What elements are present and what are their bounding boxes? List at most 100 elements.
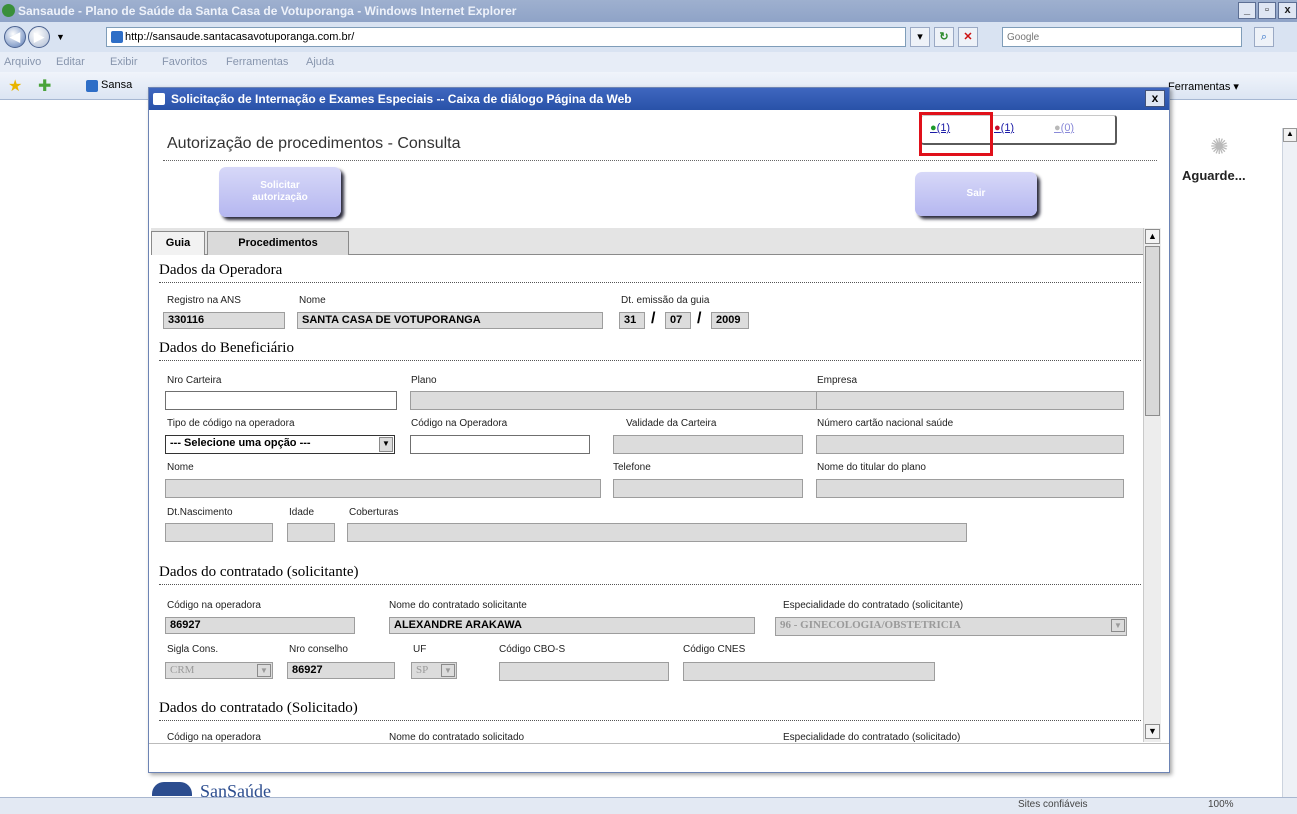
coberturas-label: Coberturas (349, 507, 399, 518)
highlight-annotation (919, 112, 993, 156)
solicitante-nome-label: Nome do contratado solicitante (389, 600, 527, 611)
web-page-dialog: Solicitação de Internação e Exames Espec… (148, 87, 1170, 773)
menu-ajuda[interactable]: Ajuda (306, 56, 334, 68)
tipo-codigo-label: Tipo de código na operadora (167, 418, 295, 429)
tab-guia[interactable]: Guia (151, 231, 205, 255)
emission-day-field[interactable]: 31 (619, 312, 645, 329)
indicator-gray[interactable]: ●(0) (1054, 122, 1074, 134)
cns-label: Número cartão nacional saúde (817, 418, 954, 429)
menu-favoritos[interactable]: Favoritos (162, 56, 207, 68)
scroll-thumb[interactable] (1145, 246, 1160, 416)
codigo-operadora-input[interactable] (410, 435, 590, 454)
stop-icon[interactable]: ✕ (958, 27, 978, 47)
close-window-button[interactable]: x (1278, 2, 1297, 19)
section-solicitante: Dados do contratado (solicitante) (159, 564, 359, 580)
titular-field[interactable] (816, 479, 1124, 498)
solicitante-codigo-field[interactable]: 86927 (165, 617, 355, 634)
page-scrollbar[interactable]: ▲ (1282, 128, 1297, 797)
section-divider (159, 360, 1141, 361)
dialog-close-button[interactable]: x (1145, 90, 1165, 107)
footer-logo-text: SanSaúde (200, 781, 271, 801)
indicator-red[interactable]: ●(1) (994, 122, 1014, 134)
chevron-down-icon[interactable]: ▼ (1111, 619, 1125, 632)
forward-button[interactable]: ▶ (28, 26, 50, 48)
date-separator: / (697, 310, 702, 327)
menu-editar[interactable]: Editar (56, 56, 85, 68)
favorites-star-icon[interactable]: ★ (8, 76, 22, 96)
dialog-scrollbar[interactable]: ▲ ▼ (1143, 228, 1161, 742)
cbo-field[interactable] (499, 662, 669, 681)
add-favorite-icon[interactable]: ✚ (38, 76, 51, 96)
back-button[interactable]: ◀ (4, 26, 26, 48)
menu-arquivo[interactable]: Arquivo (4, 56, 41, 68)
menu-bar: Arquivo Editar Exibir Favoritos Ferramen… (0, 52, 1297, 72)
browser-tab-label[interactable]: Sansa (101, 79, 132, 91)
solicitante-nome-field[interactable]: ALEXANDRE ARAKAWA (389, 617, 755, 634)
scroll-up-icon[interactable]: ▲ (1145, 229, 1160, 244)
chevron-down-icon[interactable]: ▼ (379, 437, 393, 452)
carteira-label: Nro Carteira (167, 375, 222, 386)
nascimento-field[interactable] (165, 523, 273, 542)
idade-label: Idade (289, 507, 315, 518)
dialog-titlebar: Solicitação de Internação e Exames Espec… (149, 88, 1169, 110)
telefone-field[interactable] (613, 479, 803, 498)
chevron-down-icon[interactable]: ▼ (441, 664, 455, 677)
request-authorization-button[interactable]: Solicitar autorização (219, 167, 341, 217)
ans-label: Registro na ANS (167, 295, 241, 306)
url-dropdown-button[interactable]: ▾ (910, 27, 930, 47)
minimize-button[interactable]: _ (1238, 2, 1256, 19)
menu-ferramentas[interactable]: Ferramentas (226, 56, 288, 68)
tipo-codigo-select[interactable]: --- Selecione uma opção --- ▼ (165, 435, 395, 454)
heading-divider (163, 160, 1157, 161)
solicitante-codigo-label: Código na operadora (167, 600, 261, 611)
carteira-input[interactable] (165, 391, 397, 410)
uf-label: UF (413, 644, 427, 655)
tools-menu-button[interactable]: Ferramentas ▾ (1168, 80, 1239, 93)
date-separator: / (651, 310, 656, 327)
section-solicitado: Dados do contratado (Solicitado) (159, 700, 358, 716)
tab-favicon-icon (86, 80, 98, 92)
waiting-text: Aguarde... (1182, 168, 1246, 183)
coberturas-field[interactable] (347, 523, 967, 542)
conselho-field[interactable]: 86927 (287, 662, 395, 679)
beneficiario-nome-field[interactable] (165, 479, 601, 498)
trusted-zone-text: Sites confiáveis (1018, 799, 1088, 810)
operadora-name-field[interactable]: SANTA CASA DE VOTUPORANGA (297, 312, 603, 329)
scroll-down-icon[interactable]: ▼ (1145, 724, 1160, 739)
empresa-field[interactable] (816, 391, 1124, 410)
sansaude-logo-icon (152, 782, 192, 796)
menu-exibir[interactable]: Exibir (110, 56, 138, 68)
history-dropdown-icon[interactable]: ▼ (56, 32, 65, 42)
exit-button[interactable]: Sair (915, 172, 1037, 216)
especialidade-select[interactable]: 96 - GINECOLOGIA/OBSTETRICIA ▼ (775, 617, 1127, 636)
refresh-icon[interactable]: ↻ (934, 27, 954, 47)
sigla-select[interactable]: CRM ▼ (165, 662, 273, 679)
zoom-level[interactable]: 100% (1208, 799, 1234, 810)
search-icon[interactable]: ⌕ (1254, 27, 1274, 47)
ans-field[interactable]: 330116 (163, 312, 285, 329)
emission-date-label: Dt. emissão da guia (621, 295, 710, 306)
maximize-button[interactable]: ▫ (1258, 2, 1276, 19)
section-operadora: Dados da Operadora (159, 262, 283, 278)
titular-label: Nome do titular do plano (817, 462, 926, 473)
cbo-label: Código CBO-S (499, 644, 566, 655)
cns-field[interactable] (816, 435, 1124, 454)
page-favicon-icon (111, 31, 123, 43)
idade-field[interactable] (287, 523, 335, 542)
search-input[interactable] (1002, 27, 1242, 47)
emission-year-field[interactable]: 2009 (711, 312, 749, 329)
url-input[interactable] (106, 27, 906, 47)
solicitado-especialidade-label: Especialidade do contratado (solicitado) (783, 732, 961, 742)
chevron-down-icon[interactable]: ▼ (257, 664, 271, 677)
validade-field[interactable] (613, 435, 803, 454)
telefone-label: Telefone (613, 462, 651, 473)
page-scroll-up-icon[interactable]: ▲ (1283, 128, 1297, 142)
section-beneficiario: Dados do Beneficiário (159, 340, 294, 356)
dialog-footer (149, 743, 1169, 772)
section-divider (159, 720, 1141, 721)
cnes-field[interactable] (683, 662, 935, 681)
sigla-label: Sigla Cons. (167, 644, 219, 655)
uf-select[interactable]: SP ▼ (411, 662, 457, 679)
emission-month-field[interactable]: 07 (665, 312, 691, 329)
tab-procedimentos[interactable]: Procedimentos (207, 231, 349, 255)
